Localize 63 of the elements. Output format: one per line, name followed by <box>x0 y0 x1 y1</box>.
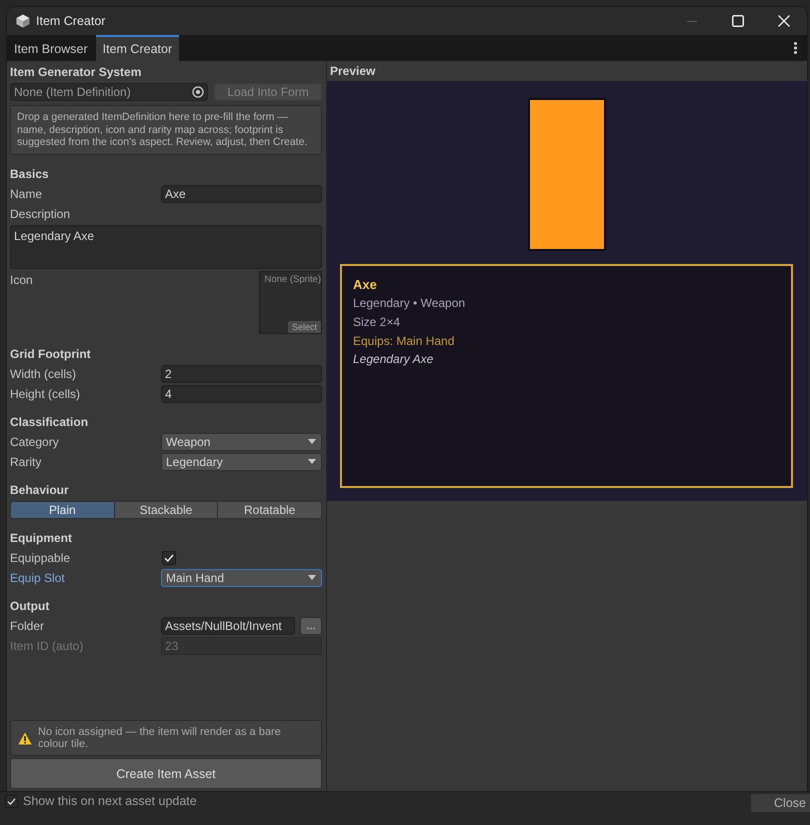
preview-heading: Preview <box>329 63 376 80</box>
caret-icon <box>308 459 316 464</box>
object-field[interactable]: None (Item Definition) <box>10 83 208 101</box>
checkmark-icon <box>164 554 174 562</box>
tab[interactable]: Item Browser <box>7 35 95 61</box>
warning-message: No icon assigned — the item will render as a bare colour tile. <box>38 726 282 750</box>
section-heading: Grid Footprint <box>10 346 92 362</box>
field-label: Icon <box>10 272 33 288</box>
field-label: Folder <box>10 618 46 632</box>
segment-button[interactable]: Plain <box>10 500 115 518</box>
card-size: Size 2×4 <box>353 314 402 331</box>
card-description: Legendary Axe <box>353 351 434 368</box>
text-area[interactable]: Legendary Axe <box>10 224 322 268</box>
warning-icon <box>18 732 32 744</box>
section-heading: Output <box>10 598 50 614</box>
section-heading: Basics <box>10 166 50 182</box>
target-icon[interactable] <box>192 86 204 98</box>
checkbox-label: Show this on next asset update <box>23 793 197 810</box>
field-label: Equippable <box>10 550 72 564</box>
dropdown[interactable]: Weapon <box>161 432 322 450</box>
load-button: Load Into Form <box>214 83 322 101</box>
field-label: Equip Slot <box>10 570 66 584</box>
dropdown[interactable]: Main Hand <box>161 568 322 586</box>
field-label: Category <box>10 434 60 448</box>
checkbox[interactable] <box>162 550 176 564</box>
tab[interactable]: Item Creator <box>96 35 180 61</box>
text-field: 23 <box>161 636 322 654</box>
more-options-icon[interactable] <box>794 42 797 54</box>
section-heading: Behaviour <box>10 482 70 498</box>
dropdown[interactable]: Legendary <box>161 452 322 470</box>
cube-icon <box>16 14 30 28</box>
checkbox[interactable] <box>5 795 18 808</box>
create-button[interactable]: Create Item Asset <box>10 758 322 789</box>
field-label: Rarity <box>10 454 42 468</box>
section-heading: Classification <box>10 414 90 430</box>
help-message: Drop a generated ItemDefinition here to pre-fill the form — name, description, icon and rarity map across; footprint is suggested from the icon's aspect. Review, adjust, then Create. <box>10 105 322 154</box>
caret-icon <box>308 439 316 444</box>
sprite-field[interactable]: None (Sprite) Select <box>259 270 322 334</box>
segment-button[interactable]: Rotatable <box>218 500 322 518</box>
checkmark-icon <box>7 798 16 805</box>
browse-button[interactable]: ... <box>300 616 322 634</box>
close-button[interactable]: Close <box>750 793 810 813</box>
field-label: Width (cells) <box>10 366 78 380</box>
card-meta: Legendary • Weapon <box>353 295 466 312</box>
field-label: Name <box>10 186 44 200</box>
card-title: Axe <box>353 276 378 293</box>
caret-icon <box>308 575 316 580</box>
section-heading: Item Generator System <box>10 64 142 81</box>
window-title: Item Creator <box>36 14 106 28</box>
minimize-icon <box>687 20 697 22</box>
segment-button[interactable]: Stackable <box>114 500 218 518</box>
field-label: Description <box>10 206 72 220</box>
field-label: Height (cells) <box>10 386 82 400</box>
text-field[interactable]: 2 <box>161 364 322 382</box>
field-label: Item ID (auto) <box>10 638 84 652</box>
close-icon <box>778 15 790 27</box>
maximize-icon <box>732 15 744 27</box>
text-field[interactable]: Axe <box>161 184 322 202</box>
card-equips: Equips: Main Hand <box>353 333 456 350</box>
section-heading: Equipment <box>10 530 73 546</box>
path-field[interactable]: Assets/NullBolt/Invent <box>161 616 295 634</box>
select-button[interactable]: Select <box>288 320 321 332</box>
text-field[interactable]: 4 <box>161 384 322 402</box>
